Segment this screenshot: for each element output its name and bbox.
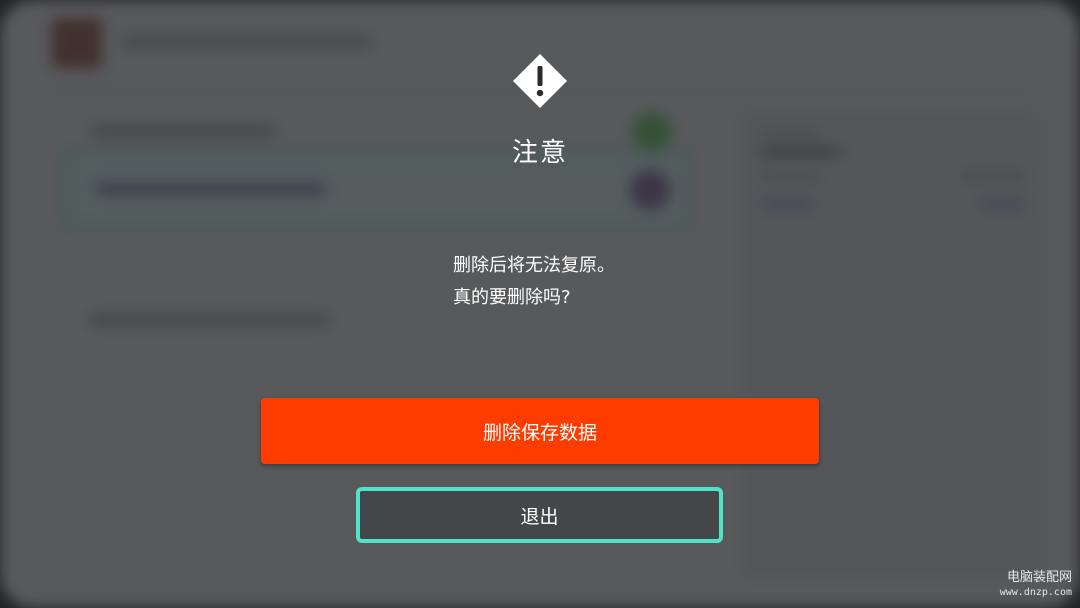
message-line: 删除后将无法复原。 xyxy=(453,255,615,276)
exit-button[interactable]: 退出 xyxy=(356,487,723,543)
delete-save-data-button[interactable]: 删除保存数据 xyxy=(261,398,819,464)
dialog-title: 注意 xyxy=(511,138,568,168)
watermark-url: www.dnzp.com xyxy=(999,587,1072,598)
dialog-overlay: 注意 删除后将无法复原。 真的要删除吗? 删除保存数据 退出 xyxy=(0,0,1080,608)
dialog-message: 删除后将无法复原。 真的要删除吗? xyxy=(453,250,753,314)
warning-icon xyxy=(513,54,567,108)
message-line: 真的要删除吗? xyxy=(453,287,571,308)
watermark: 电脑装配网 www.dnzp.com xyxy=(1000,570,1072,600)
watermark-name: 电脑装配网 xyxy=(1006,570,1072,585)
